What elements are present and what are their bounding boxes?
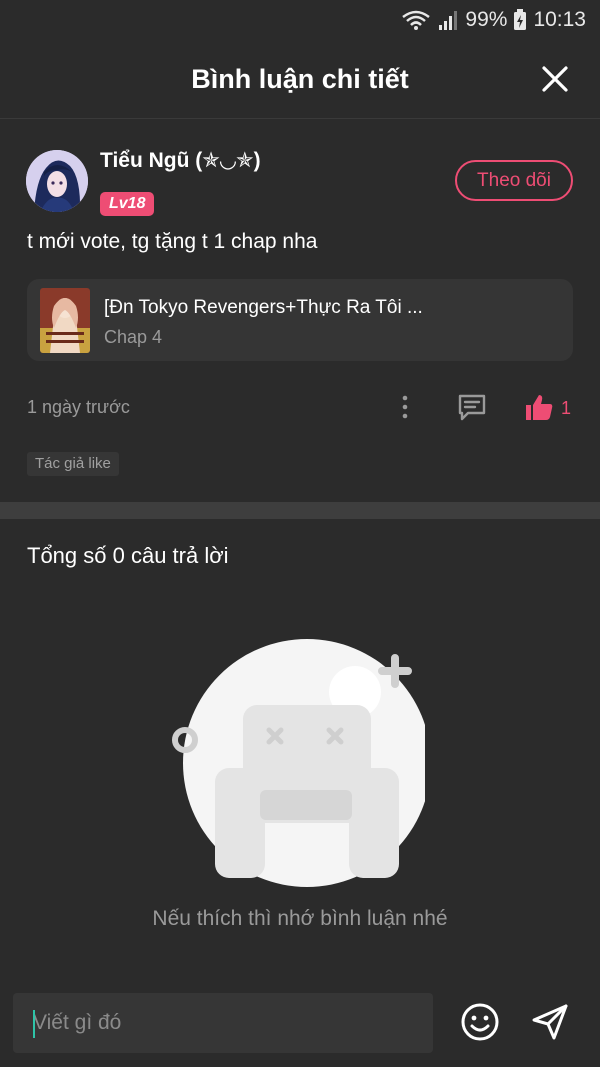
book-card[interactable]: [Đn Tokyo Revengers+Thực Ra Tôi ... Chap… bbox=[27, 279, 573, 361]
emoji-icon[interactable] bbox=[460, 1002, 500, 1042]
book-cover bbox=[40, 288, 90, 353]
input-caret bbox=[33, 1010, 35, 1038]
comment-text: t mới vote, tg tặng t 1 chap nha bbox=[27, 230, 318, 253]
follow-button[interactable]: Theo dõi bbox=[455, 160, 573, 201]
close-icon[interactable] bbox=[540, 64, 570, 94]
status-bar: 99% 10:13 bbox=[0, 0, 600, 40]
thumbs-up-icon[interactable] bbox=[524, 392, 554, 422]
like-count: 1 bbox=[561, 398, 572, 418]
empty-state-text: Nếu thích thì nhớ bình luận nhé bbox=[152, 907, 448, 930]
signal-icon bbox=[439, 11, 458, 30]
section-divider bbox=[0, 502, 600, 519]
empty-sofa-illustration bbox=[172, 639, 425, 887]
header-divider bbox=[0, 118, 600, 119]
replies-count: Tổng số 0 câu trả lời bbox=[27, 543, 229, 568]
battery-icon bbox=[514, 9, 527, 30]
more-options-icon[interactable] bbox=[396, 394, 414, 420]
comment-input[interactable] bbox=[13, 993, 433, 1053]
status-time: 10:13 bbox=[533, 8, 586, 31]
level-badge: Lv18 bbox=[100, 192, 155, 216]
comment-input-bar bbox=[0, 980, 600, 1067]
avatar[interactable] bbox=[26, 150, 88, 212]
send-icon[interactable] bbox=[530, 1002, 570, 1042]
username[interactable]: Tiểu Ngũ (✯◡✯) bbox=[100, 148, 261, 173]
wifi-icon bbox=[402, 10, 431, 30]
reply-icon[interactable] bbox=[457, 392, 487, 422]
header: Bình luận chi tiết bbox=[0, 40, 600, 118]
book-title: [Đn Tokyo Revengers+Thực Ra Tôi ... bbox=[104, 297, 423, 318]
battery-percent: 99% bbox=[465, 8, 508, 31]
author-like-tag: Tác giả like bbox=[27, 452, 119, 476]
comment-time: 1 ngày trước bbox=[27, 397, 130, 417]
page-title: Bình luận chi tiết bbox=[191, 63, 409, 94]
book-chapter: Chap 4 bbox=[104, 327, 163, 347]
